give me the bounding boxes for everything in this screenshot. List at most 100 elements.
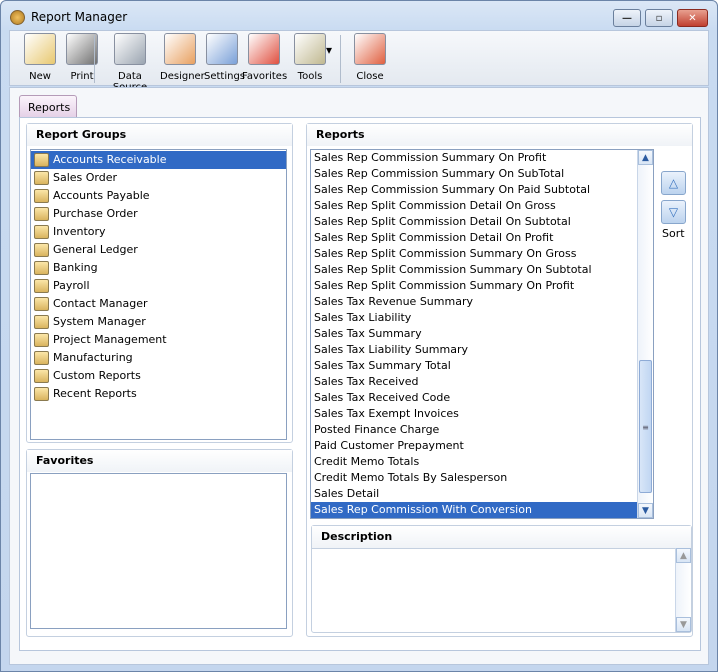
report-item[interactable]: Sales Rep Split Commission Summary On Gr… [311, 246, 637, 262]
scroll-up-icon[interactable]: ▲ [676, 548, 691, 563]
report-item[interactable]: Credit Memo Totals By Salesperson [311, 470, 637, 486]
triangle-down-icon: ▽ [668, 205, 679, 219]
report-item[interactable]: Sales Rep Split Commission Detail On Pro… [311, 230, 637, 246]
report-item[interactable]: Sales Rep Commission Summary On Profit [311, 150, 637, 166]
report-group-label: Sales Order [53, 171, 118, 184]
favorites-list[interactable] [30, 473, 287, 629]
report-group-label: Recent Reports [53, 387, 137, 400]
report-group-label: Accounts Receivable [53, 153, 167, 166]
inventory-icon [34, 225, 49, 239]
toolbar-new-button[interactable]: New [20, 33, 60, 82]
toolbar-label: Designer [160, 71, 205, 82]
toolbar-favorites-button[interactable]: Favorites [242, 33, 288, 82]
toolbar-separator [340, 35, 341, 83]
banking-icon [34, 261, 49, 275]
report-item[interactable]: Sales Detail [311, 486, 637, 502]
close-window-button[interactable]: ✕ [677, 9, 708, 27]
toolbar-close-button[interactable]: Close [350, 33, 390, 82]
report-item[interactable]: Sales Tax Received Code [311, 390, 637, 406]
sort-up-button[interactable]: △ [661, 171, 686, 195]
description-text[interactable] [312, 548, 691, 632]
report-group-item[interactable]: Contact Manager [31, 295, 286, 313]
toolbar-settings-button[interactable]: Settings [204, 33, 246, 82]
report-item[interactable]: Sales Rep Split Commission Summary On Pr… [311, 278, 637, 294]
close-report-icon [354, 33, 386, 65]
report-item[interactable]: Sales Rep Commission Summary On SubTotal [311, 166, 637, 182]
report-group-item[interactable]: System Manager [31, 313, 286, 331]
favorites-title: Favorites [27, 450, 292, 472]
report-item[interactable]: Sales Rep Split Commission Detail On Gro… [311, 198, 637, 214]
report-item[interactable]: Sales Rep Commission Summary On Paid Sub… [311, 182, 637, 198]
new-report-icon [24, 33, 56, 65]
report-item[interactable]: Sales Tax Liability [311, 310, 637, 326]
toolbar-label: Print [70, 71, 94, 82]
favorites-icon [248, 33, 280, 65]
report-group-item[interactable]: Custom Reports [31, 367, 286, 385]
report-group-label: Manufacturing [53, 351, 133, 364]
minimize-button[interactable]: — [613, 9, 641, 27]
report-group-item[interactable]: Purchase Order [31, 205, 286, 223]
report-item[interactable]: Posted Finance Charge [311, 422, 637, 438]
report-group-item[interactable]: Project Management [31, 331, 286, 349]
report-group-item[interactable]: General Ledger [31, 241, 286, 259]
toolbar-tools-button[interactable]: Tools ▾ [288, 33, 332, 82]
report-item[interactable]: Paid Customer Prepayment [311, 438, 637, 454]
project-management-icon [34, 333, 49, 347]
toolbar-data-source-button[interactable]: Data Source [102, 33, 158, 93]
maximize-button[interactable]: ▫ [645, 9, 673, 27]
report-item[interactable]: Sales Rep Split Commission Detail On Sub… [311, 214, 637, 230]
report-group-item[interactable]: Recent Reports [31, 385, 286, 403]
settings-icon [206, 33, 238, 65]
report-item[interactable]: Sales Tax Received [311, 374, 637, 390]
report-group-item[interactable]: Banking [31, 259, 286, 277]
toolbar-print-button[interactable]: Print [62, 33, 102, 82]
report-group-label: Accounts Payable [53, 189, 150, 202]
report-item[interactable]: Sales Tax Liability Summary [311, 342, 637, 358]
sort-label: Sort [662, 227, 685, 240]
reports-scrollbar[interactable]: ▲ ≡ ▼ [637, 150, 653, 518]
report-group-label: Custom Reports [53, 369, 141, 382]
report-group-item[interactable]: Manufacturing [31, 349, 286, 367]
sales-order-icon [34, 171, 49, 185]
report-group-item[interactable]: Sales Order [31, 169, 286, 187]
custom-reports-icon [34, 369, 49, 383]
report-item[interactable]: Credit Memo Totals [311, 454, 637, 470]
sort-down-button[interactable]: ▽ [661, 200, 686, 224]
report-groups-list: Accounts Receivable Sales Order Accounts P… [30, 149, 287, 440]
tab-reports[interactable]: Reports [19, 95, 77, 118]
toolbar-separator [94, 35, 95, 83]
report-group-item[interactable]: Inventory [31, 223, 286, 241]
tools-dropdown-icon[interactable]: ▾ [326, 43, 332, 57]
app-icon [10, 10, 25, 25]
scrollbar-thumb[interactable]: ≡ [639, 360, 652, 493]
general-ledger-icon [34, 243, 49, 257]
report-group-label: Project Management [53, 333, 167, 346]
toolbar-label: Settings [204, 71, 246, 82]
recent-reports-icon [34, 387, 49, 401]
report-item[interactable]: Sales Tax Summary Total [311, 358, 637, 374]
toolbar-label: Favorites [242, 71, 288, 82]
database-icon [114, 33, 146, 65]
scroll-down-icon[interactable]: ▼ [638, 503, 653, 518]
scroll-down-icon[interactable]: ▼ [676, 617, 691, 632]
toolbar-designer-button[interactable]: Designer [160, 33, 205, 82]
report-item[interactable]: Sales Tax Exempt Invoices [311, 406, 637, 422]
report-group-label: Banking [53, 261, 98, 274]
reports-list: Sales Rep Commission Summary On Profit Sa… [310, 149, 654, 519]
report-manager-window: Report Manager — ▫ ✕ New Print Data Source… [0, 0, 718, 672]
window-title: Report Manager [31, 10, 128, 24]
report-item[interactable]: Sales Rep Commission With Conversion [311, 502, 637, 518]
toolbar-label: New [29, 71, 51, 82]
scroll-up-icon[interactable]: ▲ [638, 150, 653, 165]
report-item[interactable]: Sales Tax Summary [311, 326, 637, 342]
report-item[interactable]: Sales Rep Split Commission Summary On Su… [311, 262, 637, 278]
triangle-up-icon: △ [668, 176, 679, 190]
report-group-item[interactable]: Accounts Payable [31, 187, 286, 205]
description-title: Description [312, 526, 691, 548]
description-scrollbar[interactable]: ▲ ▼ [675, 548, 691, 632]
payroll-icon [34, 279, 49, 293]
report-group-label: Contact Manager [53, 297, 148, 310]
report-group-item[interactable]: Payroll [31, 277, 286, 295]
report-item[interactable]: Sales Tax Revenue Summary [311, 294, 637, 310]
report-group-item[interactable]: Accounts Receivable [31, 151, 286, 169]
